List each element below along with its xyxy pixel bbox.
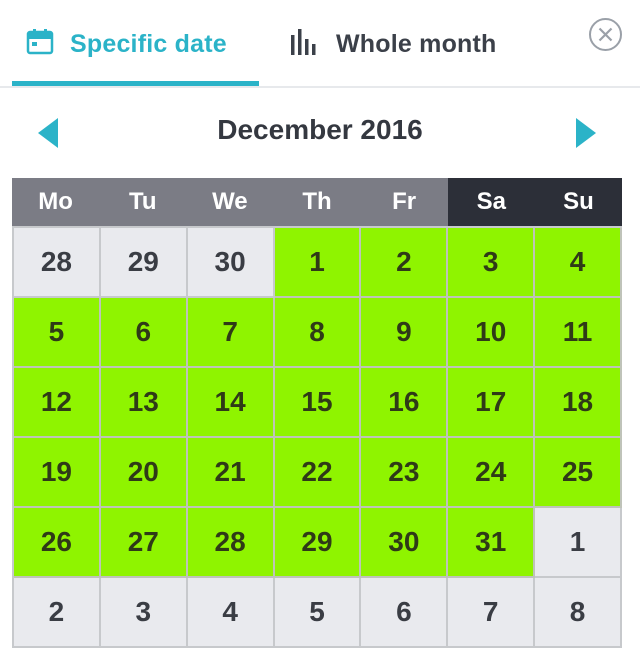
day-cell-other-month[interactable]: 30 [187,228,275,298]
day-cell-available[interactable]: 23 [361,438,449,508]
close-circle-icon [588,18,623,56]
day-cell-other-month[interactable]: 28 [14,228,101,298]
day-cell-available[interactable]: 30 [361,508,449,578]
tab-whole-month[interactable]: Whole month [290,0,530,88]
day-cell-other-month[interactable]: 1 [535,508,622,578]
weekday-header-we: We [186,178,274,226]
day-cell-available[interactable]: 3 [448,228,536,298]
day-cell-available[interactable]: 2 [361,228,449,298]
weekday-header-tu: Tu [99,178,187,226]
day-cell-available[interactable]: 31 [448,508,536,578]
day-cell-other-month[interactable]: 2 [14,578,101,648]
day-cell-other-month[interactable]: 5 [274,578,362,648]
day-cell-other-month[interactable]: 7 [448,578,536,648]
month-title: December 2016 [217,114,423,145]
day-cell-available[interactable]: 17 [448,368,536,438]
day-cell-available[interactable]: 22 [274,438,362,508]
day-cell-available[interactable]: 12 [14,368,101,438]
tab-specific-date[interactable]: Specific date [12,0,259,88]
day-cell-available[interactable]: 19 [14,438,101,508]
day-cell-available[interactable]: 29 [274,508,362,578]
day-cell-available[interactable]: 4 [535,228,622,298]
weekday-header-row: Mo Tu We Th Fr Sa Su [12,178,622,226]
day-cell-available[interactable]: 1 [274,228,362,298]
day-cell-other-month[interactable]: 8 [535,578,622,648]
day-cell-other-month[interactable]: 6 [361,578,449,648]
day-cell-available[interactable]: 24 [448,438,536,508]
day-cell-available[interactable]: 5 [14,298,101,368]
day-cell-available[interactable]: 11 [535,298,622,368]
day-cell-available[interactable]: 14 [187,368,275,438]
weekday-header-sa: Sa [447,178,535,226]
day-cell-available[interactable]: 25 [535,438,622,508]
day-cell-available[interactable]: 18 [535,368,622,438]
close-button[interactable] [588,17,623,52]
date-mode-tabs: Specific date Whole month [0,0,640,88]
weekday-header-th: Th [273,178,361,226]
tab-whole-month-label: Whole month [336,29,497,58]
weekday-header-mo: Mo [12,178,100,226]
day-cell-available[interactable]: 28 [187,508,275,578]
tab-specific-date-label: Specific date [70,29,227,58]
calendar-icon [26,28,54,60]
day-cell-other-month[interactable]: 29 [100,228,188,298]
day-cell-available[interactable]: 10 [448,298,536,368]
day-cell-available[interactable]: 13 [100,368,188,438]
weekday-header-fr: Fr [360,178,448,226]
day-cell-available[interactable]: 26 [14,508,101,578]
caret-right-icon [574,118,598,154]
weekday-header-su: Su [534,178,622,226]
day-cell-available[interactable]: 6 [100,298,188,368]
calendar-grid: Mo Tu We Th Fr Sa Su 28 29 30 1 2 3 4 5 6 7 8 9 10 11 12 13 14… [12,178,622,648]
next-month-button[interactable] [574,116,598,150]
day-cell-other-month[interactable]: 3 [100,578,188,648]
day-cell-available[interactable]: 8 [274,298,362,368]
day-cell-available[interactable]: 9 [361,298,449,368]
bar-chart-icon [290,28,320,60]
month-navigation: December 2016 [0,100,640,164]
active-tab-indicator [12,81,259,86]
day-cell-available[interactable]: 27 [100,508,188,578]
day-cell-available[interactable]: 16 [361,368,449,438]
day-cell-available[interactable]: 21 [187,438,275,508]
day-cell-available[interactable]: 20 [100,438,188,508]
calendar-days: 28 29 30 1 2 3 4 5 6 7 8 9 10 11 12 13 14 15 16 17 18 19 20 21 2… [12,226,622,648]
day-cell-available[interactable]: 7 [187,298,275,368]
day-cell-other-month[interactable]: 4 [187,578,275,648]
day-cell-available[interactable]: 15 [274,368,362,438]
